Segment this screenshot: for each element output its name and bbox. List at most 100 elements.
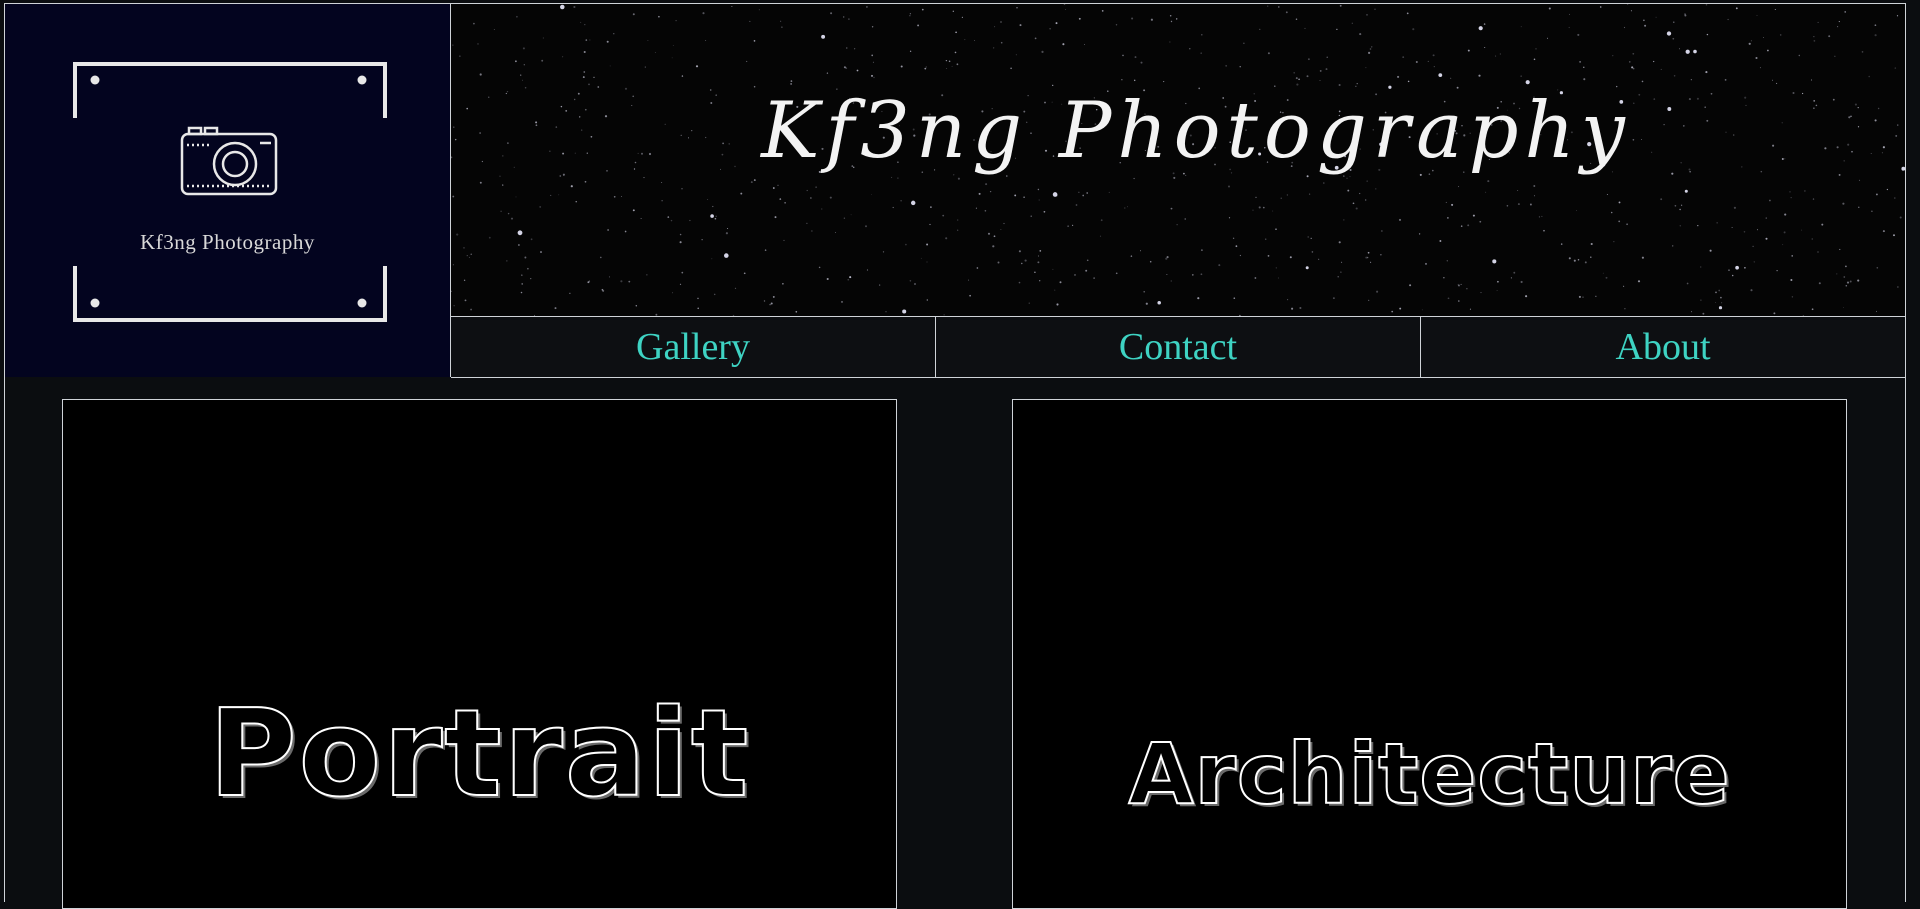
- star: [1200, 273, 1203, 276]
- star: [1191, 274, 1194, 276]
- star: [1886, 188, 1889, 191]
- star: [866, 269, 869, 271]
- star: [1100, 219, 1103, 222]
- star: [1295, 18, 1298, 21]
- star: [1415, 60, 1418, 64]
- star: [1267, 5, 1269, 7]
- star: [1750, 289, 1753, 292]
- star: [843, 217, 846, 219]
- star: [1140, 250, 1141, 252]
- star: [945, 237, 948, 240]
- star: [865, 225, 867, 228]
- star: [1305, 266, 1309, 270]
- star: [1772, 79, 1774, 81]
- star: [829, 196, 832, 199]
- star: [515, 196, 517, 198]
- star: [1323, 182, 1325, 184]
- nav-about[interactable]: About: [1421, 317, 1905, 377]
- star: [507, 212, 510, 215]
- star: [1201, 249, 1203, 251]
- star: [961, 16, 964, 19]
- star: [606, 40, 609, 43]
- star: [1402, 56, 1405, 58]
- star: [1175, 18, 1178, 20]
- star: [879, 284, 881, 286]
- star: [1233, 297, 1236, 300]
- star: [1446, 260, 1448, 262]
- gallery-card-portrait[interactable]: Portrait: [62, 399, 897, 909]
- star: [1085, 269, 1088, 272]
- star: [613, 33, 615, 35]
- star: [854, 48, 856, 50]
- star: [774, 216, 777, 219]
- nav-gallery[interactable]: Gallery: [451, 317, 936, 377]
- star: [1000, 41, 1003, 44]
- star: [1693, 49, 1697, 54]
- star: [1200, 52, 1202, 54]
- star: [1782, 244, 1784, 246]
- camera-icon: [180, 126, 278, 196]
- site-title: Kf3ng Photography: [761, 86, 1631, 176]
- star: [1538, 216, 1540, 218]
- star: [520, 291, 523, 294]
- star: [521, 274, 523, 276]
- star: [1127, 206, 1128, 208]
- star: [1672, 37, 1675, 40]
- star: [843, 16, 845, 18]
- star: [640, 218, 642, 220]
- site-logo[interactable]: Kf3ng Photography: [5, 4, 451, 377]
- star: [1063, 4, 1066, 5]
- star: [930, 206, 932, 208]
- star: [1278, 6, 1280, 8]
- star: [1871, 210, 1873, 213]
- star: [1343, 219, 1345, 221]
- star: [987, 232, 991, 235]
- star: [1763, 37, 1764, 38]
- star: [1520, 75, 1522, 77]
- star: [905, 243, 907, 246]
- star: [1176, 224, 1178, 226]
- star: [705, 40, 707, 41]
- star: [1813, 36, 1815, 38]
- star: [1018, 281, 1021, 284]
- star: [1755, 56, 1758, 60]
- star: [1680, 204, 1683, 206]
- star: [1492, 259, 1497, 264]
- star: [1543, 229, 1545, 232]
- nav-contact[interactable]: Contact: [936, 317, 1421, 377]
- star: [783, 239, 785, 241]
- star: [926, 299, 928, 301]
- star: [1218, 264, 1221, 267]
- star: [599, 256, 602, 259]
- star: [1466, 288, 1468, 290]
- star: [841, 301, 843, 303]
- star: [1140, 61, 1143, 64]
- star: [463, 247, 465, 249]
- star: [713, 293, 716, 296]
- star: [1706, 33, 1709, 36]
- star: [1347, 189, 1350, 192]
- star: [585, 39, 588, 41]
- star: [1021, 262, 1023, 265]
- star: [1496, 289, 1498, 291]
- star: [914, 283, 916, 285]
- star: [1631, 66, 1634, 69]
- star: [1067, 225, 1069, 227]
- star: [456, 233, 459, 236]
- star: [1258, 206, 1261, 209]
- star: [1748, 42, 1751, 45]
- star: [1728, 269, 1730, 271]
- star: [1861, 51, 1864, 53]
- star: [1602, 272, 1604, 274]
- star: [1228, 217, 1231, 219]
- star: [584, 180, 587, 183]
- star: [1397, 75, 1400, 78]
- gallery-card-architecture[interactable]: Architecture: [1012, 399, 1847, 909]
- star: [702, 12, 705, 15]
- star: [1672, 245, 1674, 247]
- star: [900, 200, 902, 202]
- star: [451, 290, 452, 292]
- star: [1578, 295, 1581, 298]
- star: [609, 65, 611, 67]
- star: [743, 272, 746, 275]
